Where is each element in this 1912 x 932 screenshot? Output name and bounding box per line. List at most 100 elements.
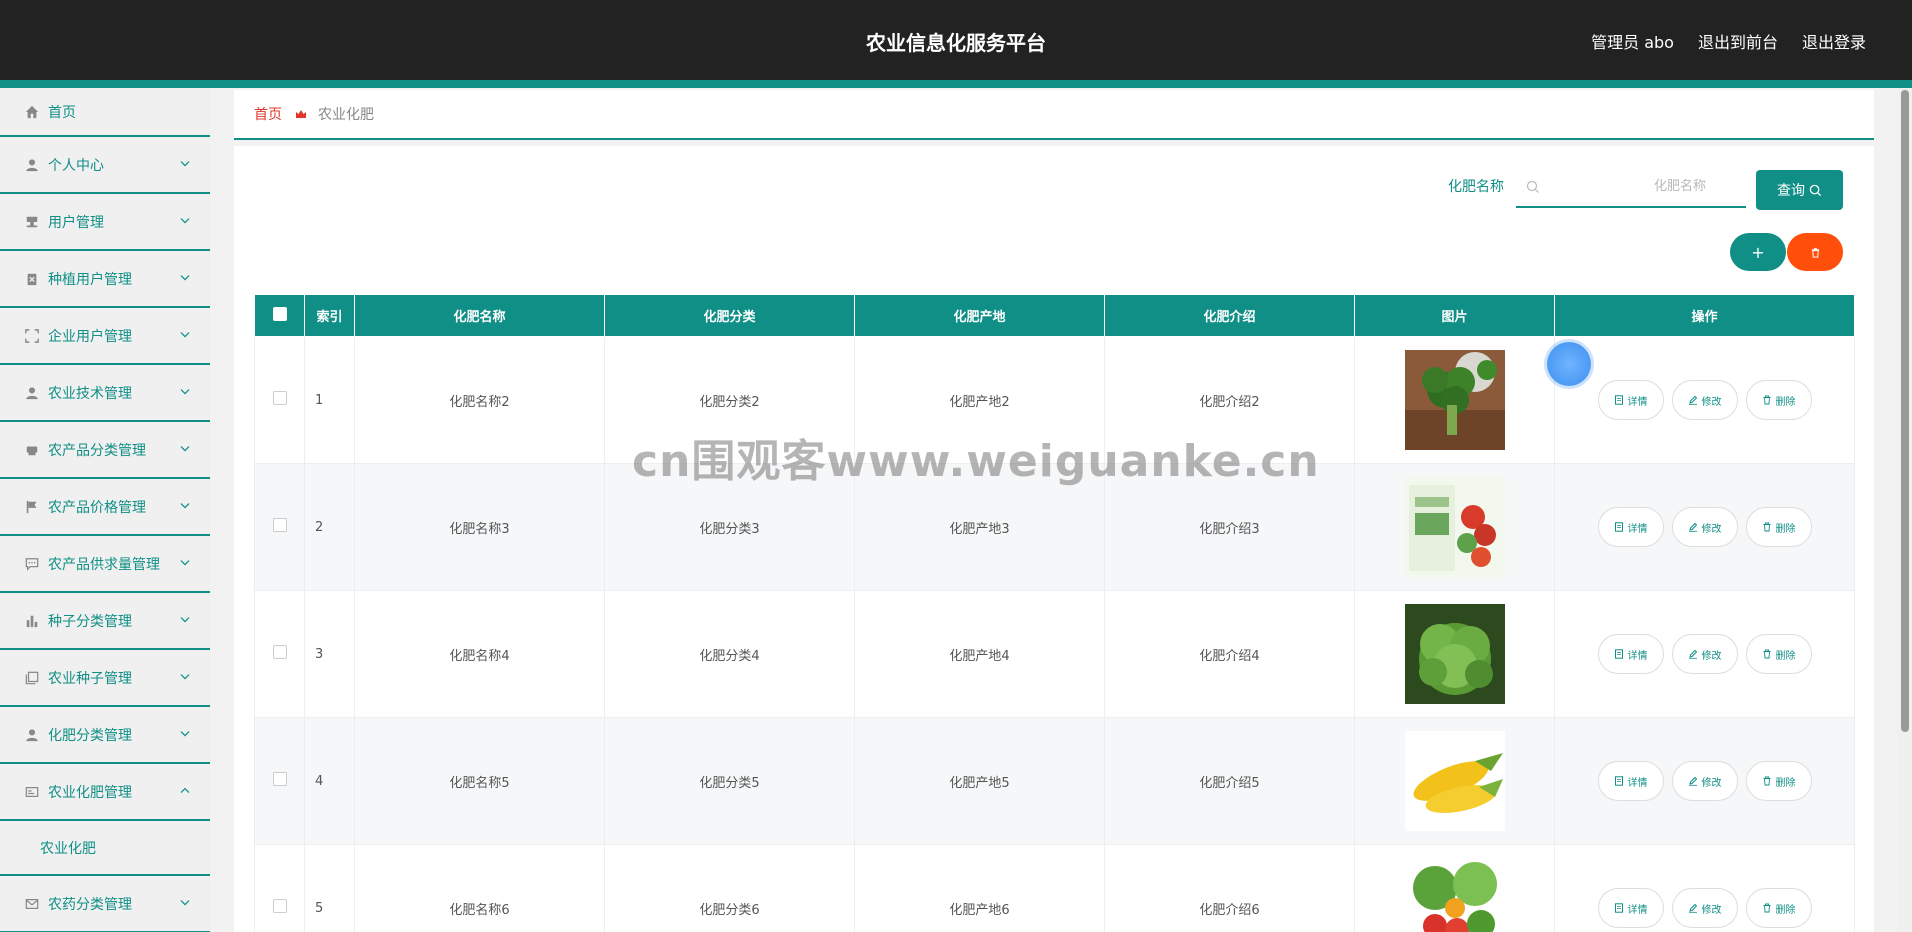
detail-button[interactable]: 详情 <box>1597 634 1664 674</box>
edit-label: 修改 <box>1701 523 1722 535</box>
produce-box-image[interactable] <box>1404 477 1505 577</box>
delete-button[interactable]: 删除 <box>1745 507 1812 547</box>
search-icon <box>1526 180 1539 193</box>
add-button[interactable]: + <box>1730 233 1786 271</box>
edit-button[interactable]: 修改 <box>1671 380 1738 420</box>
delete-label: 删除 <box>1775 777 1796 789</box>
delete-button[interactable]: 删除 <box>1745 380 1812 420</box>
row-checkbox[interactable] <box>272 391 287 405</box>
sidebar-item-fertilizer-category[interactable]: 化肥分类管理 <box>0 707 210 764</box>
row-checkbox[interactable] <box>272 645 287 659</box>
edit-button[interactable]: 修改 <box>1671 507 1738 547</box>
delete-button[interactable]: 删除 <box>1745 888 1812 928</box>
row-checkbox[interactable] <box>272 899 287 913</box>
sidebar-item-produce-price[interactable]: 农产品价格管理 <box>0 479 210 536</box>
sidebar-item-label: 首页 <box>48 104 76 121</box>
row-checkbox[interactable] <box>272 518 287 532</box>
row-index: 1 <box>304 336 355 464</box>
fertilizer-intro: 化肥介绍3 <box>1104 463 1355 591</box>
breadcrumb-home-link[interactable]: 首页 <box>254 104 282 124</box>
fertilizer-name: 化肥名称4 <box>354 590 605 718</box>
select-all-checkbox[interactable] <box>272 306 287 321</box>
delete-label: 删除 <box>1775 523 1796 535</box>
sidebar-item-seed-category[interactable]: 种子分类管理 <box>0 593 210 650</box>
user-icon <box>24 157 40 173</box>
edit-button[interactable]: 修改 <box>1671 634 1738 674</box>
vegetables-image[interactable] <box>1404 858 1505 932</box>
trash-icon <box>1763 395 1770 405</box>
row-index: 2 <box>304 463 355 591</box>
sidebar-subitem-fertilizer[interactable]: 农业化肥 <box>0 821 210 876</box>
query-button[interactable]: 查询 <box>1756 170 1843 210</box>
sidebar-item-profile[interactable]: 个人中心 <box>0 137 210 194</box>
trash-icon <box>1763 776 1770 786</box>
fertilizer-origin: 化肥产地5 <box>854 717 1105 845</box>
edit-label: 修改 <box>1701 650 1722 662</box>
trash-icon <box>1763 903 1770 913</box>
detail-label: 详情 <box>1627 523 1648 535</box>
detail-button[interactable]: 详情 <box>1597 761 1664 801</box>
sidebar-item-agri-tech[interactable]: 农业技术管理 <box>0 365 210 422</box>
logout-link[interactable]: 退出登录 <box>1802 29 1866 53</box>
broccoli-image[interactable] <box>1404 350 1505 450</box>
chevron-down-icon <box>180 673 190 679</box>
document-icon <box>1614 903 1623 913</box>
chevron-up-icon <box>180 787 190 793</box>
detail-button[interactable]: 详情 <box>1597 507 1664 547</box>
column-header: 索引 <box>304 294 355 337</box>
corn-image[interactable] <box>1404 731 1505 831</box>
user-icon <box>24 385 40 401</box>
search-field <box>1516 164 1746 208</box>
delete-button[interactable]: 删除 <box>1745 761 1812 801</box>
detail-label: 详情 <box>1627 777 1648 789</box>
id-card-icon <box>24 784 40 800</box>
floating-assistant-button[interactable] <box>1547 342 1591 386</box>
column-header: 化肥名称 <box>354 294 605 337</box>
row-index: 4 <box>304 717 355 845</box>
edit-button[interactable]: 修改 <box>1671 761 1738 801</box>
crown-separator-icon <box>294 107 308 121</box>
trash-icon <box>1763 649 1770 659</box>
page-scrollbar-thumb[interactable] <box>1901 90 1909 732</box>
fertilizer-category: 化肥分类5 <box>604 717 855 845</box>
breadcrumb-current: 农业化肥 <box>318 107 374 123</box>
fertilizer-intro: 化肥介绍2 <box>1104 336 1355 464</box>
sidebar-item-label: 用户管理 <box>48 214 104 231</box>
flag-icon <box>24 499 40 515</box>
document-icon <box>1614 395 1623 405</box>
chevron-down-icon <box>180 616 190 622</box>
chevron-down-icon <box>180 899 190 905</box>
sidebar-item-label: 农业种子管理 <box>48 670 132 687</box>
chat-icon <box>24 556 40 572</box>
edit-label: 修改 <box>1701 777 1722 789</box>
search-icon <box>1809 184 1822 196</box>
sidebar-item-label: 农产品供求量管理 <box>48 556 160 573</box>
sidebar-item-supply-demand[interactable]: 农产品供求量管理 <box>0 536 210 593</box>
breadcrumb: 首页 农业化肥 <box>234 90 1874 140</box>
user-icon <box>24 727 40 743</box>
frame-icon <box>24 328 40 344</box>
sidebar-item-home[interactable]: 首页 <box>0 88 210 137</box>
sidebar-item-seeds[interactable]: 农业种子管理 <box>0 650 210 707</box>
sidebar-item-produce-category[interactable]: 农产品分类管理 <box>0 422 210 479</box>
edit-button[interactable]: 修改 <box>1671 888 1738 928</box>
edit-icon <box>1688 649 1697 659</box>
detail-label: 详情 <box>1627 904 1648 916</box>
detail-button[interactable]: 详情 <box>1597 888 1664 928</box>
sidebar-item-pesticide-category[interactable]: 农药分类管理 <box>0 876 210 932</box>
sidebar-item-enterprise-users[interactable]: 企业用户管理 <box>0 308 210 365</box>
column-header: 化肥产地 <box>854 294 1105 337</box>
batch-delete-button[interactable] <box>1787 233 1843 271</box>
fertilizer-origin: 化肥产地6 <box>854 844 1105 932</box>
delete-button[interactable]: 删除 <box>1745 634 1812 674</box>
detail-button[interactable]: 详情 <box>1597 380 1664 420</box>
row-checkbox[interactable] <box>272 772 287 786</box>
sidebar-item-fertilizer[interactable]: 农业化肥管理 <box>0 764 210 821</box>
exit-to-front-link[interactable]: 退出到前台 <box>1698 29 1778 53</box>
fertilizer-intro: 化肥介绍6 <box>1104 844 1355 932</box>
lettuce-image[interactable] <box>1404 604 1505 704</box>
sidebar-item-planting-users[interactable]: 种植用户管理 <box>0 251 210 308</box>
search-input[interactable] <box>1546 172 1736 200</box>
sidebar-item-users[interactable]: 用户管理 <box>0 194 210 251</box>
delete-label: 删除 <box>1775 396 1796 408</box>
